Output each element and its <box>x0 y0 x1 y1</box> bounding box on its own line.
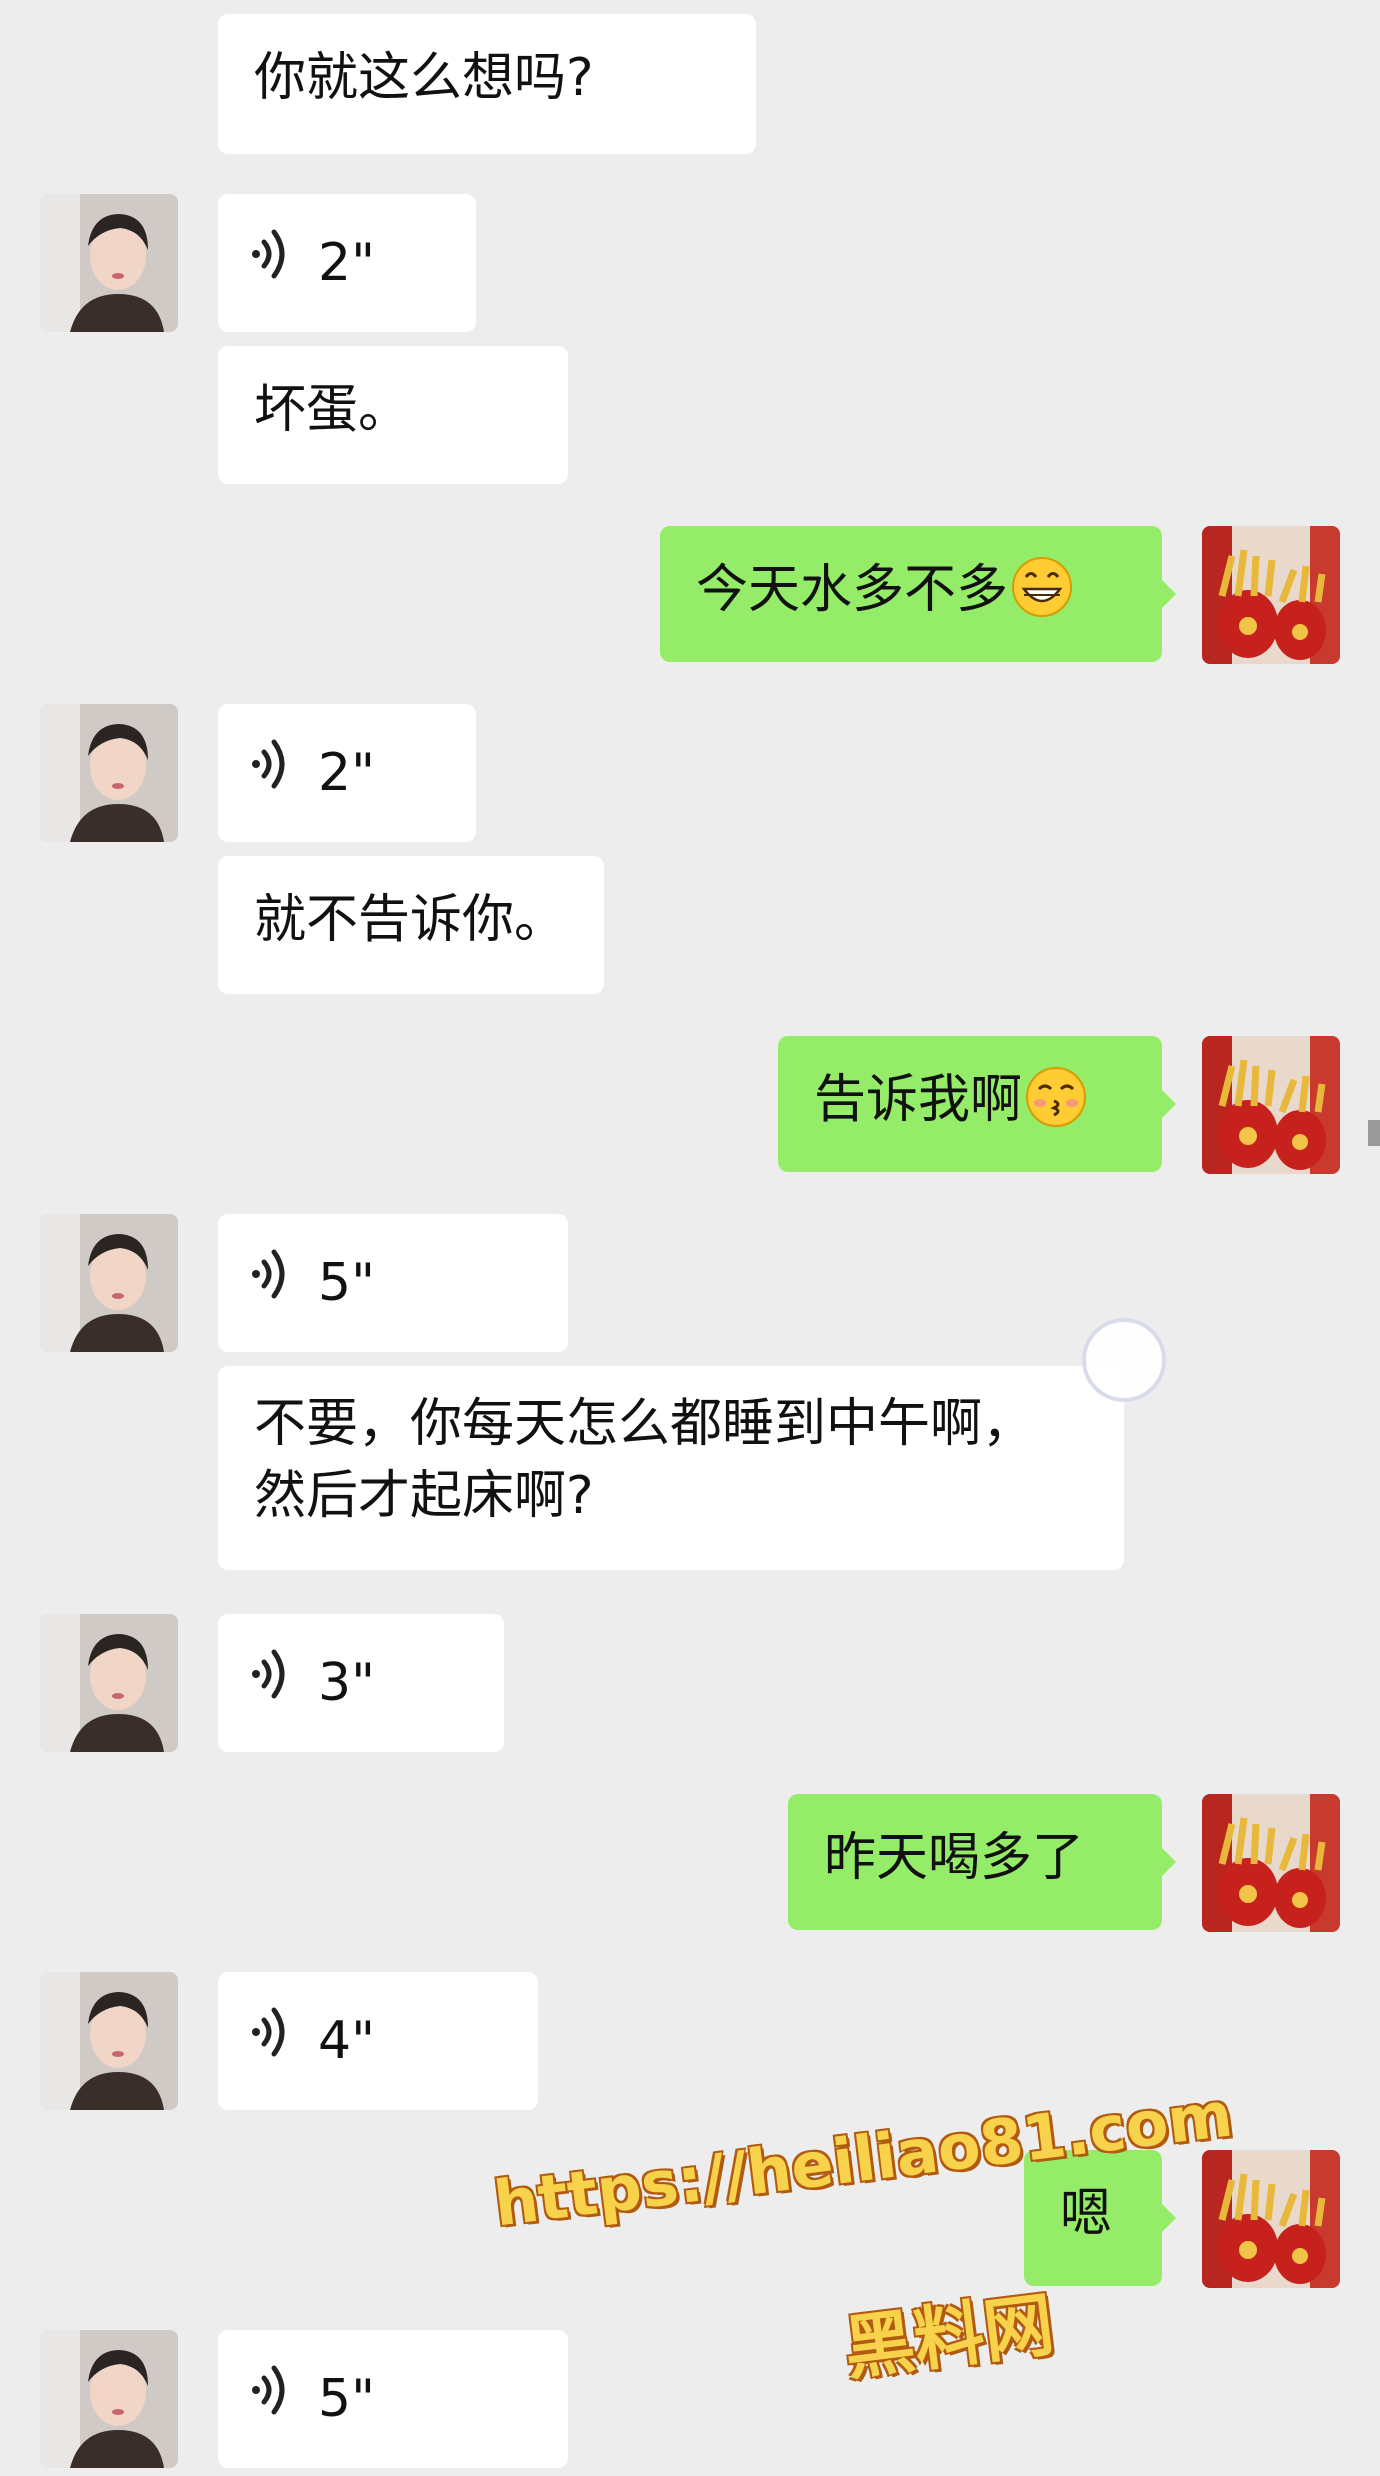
voice-duration: 4" <box>318 2011 376 2071</box>
message-text: 就不告诉你。 <box>254 890 567 950</box>
voice-message[interactable]: 5" <box>218 2330 568 2468</box>
voice-wave-icon <box>248 227 318 299</box>
grinning-face-emoji-icon <box>1010 555 1074 619</box>
voice-duration: 5" <box>318 2369 376 2429</box>
voice-message[interactable]: 2" <box>218 704 476 842</box>
message-bubble-text[interactable]: 坏蛋。 <box>218 346 568 484</box>
voice-message[interactable]: 2" <box>218 194 476 332</box>
contact-avatar[interactable] <box>40 1614 178 1752</box>
voice-wave-icon <box>248 737 318 809</box>
voice-duration: 5" <box>318 1253 376 1313</box>
voice-wave-icon <box>248 2005 318 2077</box>
contact-avatar[interactable] <box>40 704 178 842</box>
contact-avatar[interactable] <box>40 1972 178 2110</box>
my-message-bubble[interactable]: 昨天喝多了 <box>788 1794 1176 1930</box>
voice-duration: 2" <box>318 743 376 803</box>
voice-wave-icon <box>248 2363 318 2435</box>
message-text: 你就这么想吗? <box>254 48 594 108</box>
voice-duration: 2" <box>318 233 376 293</box>
my-message-bubble[interactable]: 今天水多不多 <box>660 526 1176 662</box>
message-text: 昨天喝多了 <box>824 1828 1085 1888</box>
kissing-face-emoji-icon <box>1024 1065 1088 1129</box>
message-text: 嗯 <box>1060 2184 1113 2244</box>
my-avatar[interactable] <box>1202 1036 1340 1174</box>
message-text-line: 然后才起床啊? <box>254 1466 594 1526</box>
floating-assistive-button[interactable] <box>1082 1318 1166 1402</box>
scroll-indicator[interactable] <box>1368 1120 1380 1146</box>
message-bubble-text[interactable]: 你就这么想吗? <box>218 14 756 154</box>
voice-message[interactable]: 5" <box>218 1214 568 1352</box>
voice-wave-icon <box>248 1647 318 1719</box>
contact-avatar[interactable] <box>40 1214 178 1352</box>
message-bubble-text[interactable]: 不要，你每天怎么都睡到中午啊， 然后才起床啊? <box>218 1366 1124 1570</box>
voice-wave-icon <box>248 1247 318 1319</box>
message-text: 今天水多不多 <box>696 560 1009 620</box>
message-text: 告诉我啊 <box>814 1070 1023 1130</box>
message-text-line: 不要，你每天怎么都睡到中午啊， <box>254 1394 1035 1454</box>
voice-duration: 3" <box>318 1653 376 1713</box>
my-avatar[interactable] <box>1202 526 1340 664</box>
contact-avatar[interactable] <box>40 2330 178 2468</box>
my-message-bubble[interactable]: 告诉我啊 <box>778 1036 1176 1172</box>
contact-avatar[interactable] <box>40 194 178 332</box>
message-text: 坏蛋。 <box>254 380 411 440</box>
my-avatar[interactable] <box>1202 2150 1340 2288</box>
message-bubble-text[interactable]: 就不告诉你。 <box>218 856 604 994</box>
voice-message[interactable]: 4" <box>218 1972 538 2110</box>
voice-message[interactable]: 3" <box>218 1614 504 1752</box>
watermark-site-name: 黑料网 <box>839 2283 1059 2391</box>
my-avatar[interactable] <box>1202 1794 1340 1932</box>
